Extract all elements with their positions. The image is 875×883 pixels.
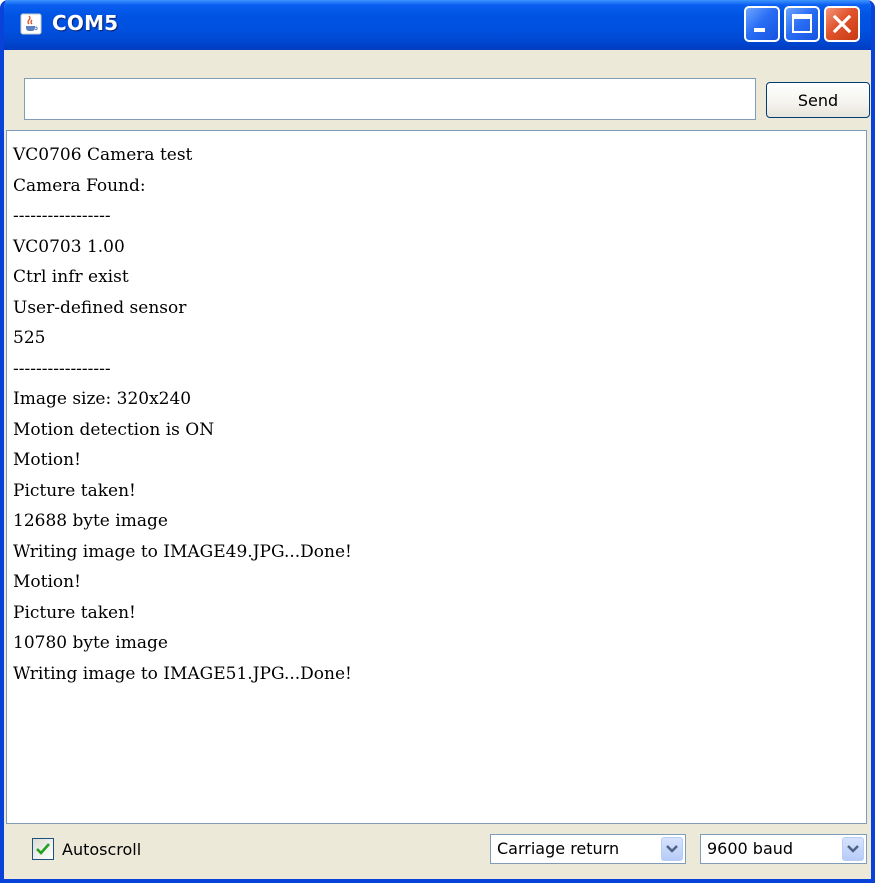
output-line: Writing image to IMAGE51.JPG...Done!: [13, 663, 352, 684]
autoscroll-checkbox[interactable]: [32, 838, 54, 860]
title-bar[interactable]: COM5: [4, 0, 871, 50]
output-line: Writing image to IMAGE49.JPG...Done!: [13, 541, 352, 562]
send-button[interactable]: Send: [766, 82, 870, 118]
output-line: Motion!: [13, 450, 81, 470]
output-line: Ctrl infr exist: [13, 267, 129, 287]
baud-rate-value: 9600 baud: [707, 839, 794, 858]
output-line: 10780 byte image: [13, 633, 168, 653]
output-line: Picture taken!: [13, 480, 136, 501]
baud-rate-dropdown-button[interactable]: [842, 837, 864, 861]
window-title: COM5: [52, 11, 119, 35]
baud-rate-select[interactable]: 9600 baud: [700, 834, 867, 864]
output-line: User-defined sensor: [13, 297, 187, 318]
autoscroll-label: Autoscroll: [62, 839, 142, 859]
serial-output[interactable]: VC0706 Camera test Camera Found: -------…: [6, 130, 867, 824]
output-line: VC0703 1.00: [13, 236, 125, 257]
close-button[interactable]: [824, 6, 860, 42]
output-line: -----------------: [13, 206, 111, 226]
line-ending-dropdown-button[interactable]: [661, 837, 683, 861]
autoscroll-toggle[interactable]: Autoscroll: [32, 836, 141, 862]
output-line: Picture taken!: [13, 602, 136, 623]
output-line: Motion detection is ON: [13, 419, 215, 440]
output-line: 12688 byte image: [13, 511, 168, 531]
output-line: 525: [13, 328, 46, 348]
output-line: -----------------: [13, 358, 111, 379]
maximize-button[interactable]: [784, 6, 820, 42]
java-cup-icon: [20, 13, 42, 35]
output-line: VC0706 Camera test: [13, 145, 193, 165]
output-line: Image size: 320x240: [13, 389, 192, 409]
output-line: Motion!: [13, 572, 81, 592]
line-ending-value: Carriage return: [497, 839, 620, 858]
send-input[interactable]: [24, 78, 756, 120]
minimize-button[interactable]: [744, 6, 780, 42]
output-line: Camera Found:: [13, 175, 146, 196]
serial-monitor-window: COM5 Send VC0706 Camera test Camera Foun…: [0, 0, 875, 883]
line-ending-select[interactable]: Carriage return: [490, 834, 686, 864]
